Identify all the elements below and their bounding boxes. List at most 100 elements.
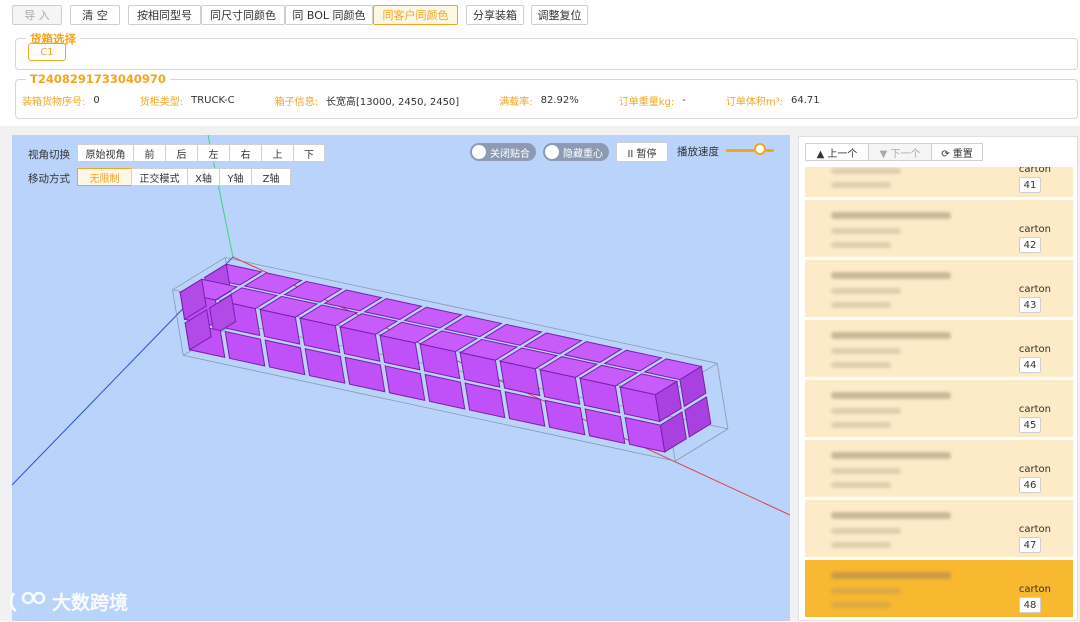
load-label: 满载率: [499,97,533,108]
box-front-face [504,391,546,427]
view-switch-group: 原始视角前后左右上下 [77,144,325,162]
cargo-type: carton [1018,284,1051,295]
cargo-card[interactable]: carton 45 [805,380,1073,437]
cargo-number[interactable]: 47 [1019,537,1041,553]
load-value: 82.92% [540,95,579,106]
gravity-toggle-label: 隐藏重心 [563,148,603,160]
next-button[interactable]: ▼ 下一个 [868,143,931,161]
redacted-info [831,288,901,294]
box-front-face [224,330,266,367]
view-button-1[interactable]: 前 [133,144,165,162]
same-bol-color-button[interactable]: 同 BOL 同颜色 [285,5,373,25]
same-customer-color-button[interactable]: 同客户同颜色 [373,5,458,25]
box-front-face [384,365,426,401]
cargo-card[interactable]: carton 44 [805,320,1073,377]
move-mode-group: 无限制 正交模式 X轴 Y轴 Z轴 [77,168,291,186]
type-value: TRUCK-C [191,95,235,106]
move-mode-button-0[interactable]: 无限制 [77,168,131,186]
view-button-3[interactable]: 左 [197,144,229,162]
container-select-panel: 货箱选择 C1 [15,31,1078,70]
redacted-info [831,588,901,594]
redacted-info [831,348,901,354]
container-scene[interactable] [12,135,790,621]
cargo-type: carton [1018,404,1051,415]
toolbar: 导 入 清 空 按相同型号 同尺寸同颜色 同 BOL 同颜色 同客户同颜色 分享… [0,0,1080,30]
type-label: 货柜类型: [139,97,184,108]
3d-viewport[interactable]: 视角切换 原始视角前后左右上下 移动方式 无限制 正交模式 X轴 Y轴 Z轴 关闭贴合 … [12,135,790,621]
redacted-id [831,512,951,519]
snap-toggle-knob [472,145,486,159]
view-button-6[interactable]: 下 [293,144,325,162]
cargo-list[interactable]: carton 41 carton 42 carton 43 carton 44 carton 45… [805,167,1073,622]
reset-adjust-button[interactable]: 调整复位 [531,5,588,25]
cargo-number[interactable]: 43 [1019,297,1041,313]
cargo-number[interactable]: 42 [1019,237,1041,253]
cargo-type: carton [1018,524,1051,535]
cargo-number[interactable]: 48 [1019,597,1041,613]
redacted-info [831,528,901,534]
weight-value: - [682,95,686,106]
watermark-text: 大数跨境 [52,592,129,614]
redacted-dims [831,422,891,428]
box-front-face [424,373,466,410]
cargo-card[interactable]: carton 42 [805,200,1073,257]
cargo-number[interactable]: 45 [1019,417,1041,433]
cargo-number[interactable]: 44 [1019,357,1041,373]
container-tag-c1[interactable]: C1 [28,43,66,61]
snap-toggle[interactable]: 关闭贴合 [470,143,536,161]
cargo-card[interactable]: carton 41 [805,167,1073,197]
redacted-id [831,572,951,579]
redacted-info [831,468,901,474]
prev-button[interactable]: ▲ 上一个 [805,143,868,161]
move-mode-button-2[interactable]: X轴 [187,168,219,186]
pause-button[interactable]: II 暂停 [616,142,668,162]
order-info-panel: T2408291733040970 装箱货物序号: 0 货柜类型: TRUCK-… [15,72,1078,119]
cargo-card[interactable]: carton 47 [805,500,1073,557]
redacted-id [831,272,951,279]
redacted-id [831,332,951,339]
cargo-card[interactable]: carton 43 [805,260,1073,317]
redacted-id [831,452,951,459]
view-button-2[interactable]: 后 [165,144,197,162]
clear-button[interactable]: 清 空 [70,5,120,25]
move-mode-button-4[interactable]: Z轴 [251,168,291,186]
redacted-id [831,392,951,399]
cargo-type: carton [1018,584,1051,595]
redacted-dims [831,482,891,488]
cargo-card[interactable]: carton 46 [805,440,1073,497]
redacted-info [831,408,901,414]
speed-slider[interactable] [726,149,774,152]
gravity-toggle-knob [545,145,559,159]
volume-label: 订单体积m³: [725,97,783,108]
view-button-5[interactable]: 上 [261,144,293,162]
container-edge [716,363,729,429]
redacted-info [831,228,901,234]
cargo-number[interactable]: 41 [1019,177,1041,193]
list-nav: ▲ 上一个 ▼ 下一个 ⟳ 重置 [805,143,983,161]
gravity-toggle[interactable]: 隐藏重心 [543,143,609,161]
move-mode-button-3[interactable]: Y轴 [219,168,251,186]
box-front-face [304,348,346,384]
cargo-card[interactable]: carton 48 [805,560,1073,617]
redacted-dims [831,242,891,248]
cargo-type: carton [1018,464,1051,475]
view-button-0[interactable]: 原始视角 [77,144,133,162]
move-mode-button-1[interactable]: 正交模式 [131,168,187,186]
same-size-color-button[interactable]: 同尺寸同颜色 [201,5,285,25]
cargo-number[interactable]: 46 [1019,477,1041,493]
box-value: 长宽高[13000, 2450, 2450] [325,97,460,108]
box-front-face [624,416,666,453]
import-button[interactable]: 导 入 [12,5,62,25]
box-front-face [584,408,626,444]
share-button[interactable]: 分享装箱 [466,5,524,25]
logo-icon [10,591,46,612]
view-button-4[interactable]: 右 [229,144,261,162]
redacted-dims [831,182,891,188]
seq-label: 装箱货物序号: [22,97,86,108]
view-switch-label: 视角切换 [28,149,70,161]
same-model-button[interactable]: 按相同型号 [128,5,201,25]
reset-button[interactable]: ⟳ 重置 [931,143,983,161]
cargo-type: carton [1018,224,1051,235]
volume-value: 64.71 [790,95,820,106]
speed-slider-handle[interactable] [753,143,766,155]
